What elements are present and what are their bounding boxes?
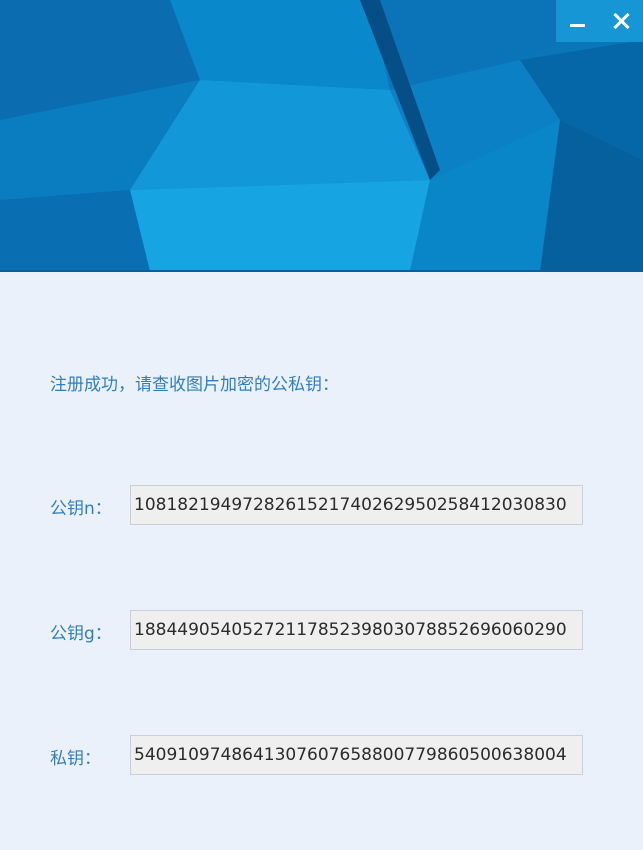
private-key-row: 私钥： 540910974864130760765880077986050063… <box>50 735 583 775</box>
public-key-n-row: 公钥n： 10818219497282615217402629502584120… <box>50 485 583 525</box>
success-message: 注册成功，请查收图片加密的公私钥： <box>50 375 339 395</box>
minimize-icon <box>570 23 585 27</box>
public-key-g-field[interactable]: 1884490540527211785239803078852696060290 <box>130 610 583 650</box>
header-banner <box>0 0 643 271</box>
window-controls <box>556 0 643 42</box>
close-button[interactable] <box>599 0 642 42</box>
close-icon <box>613 13 629 29</box>
minimize-button[interactable] <box>556 0 599 42</box>
main-content: 注册成功，请查收图片加密的公私钥： 公钥n： 10818219497282615… <box>0 272 643 850</box>
public-key-n-field[interactable]: 1081821949728261521740262950258412030830 <box>130 485 583 525</box>
private-key-field[interactable]: 5409109748641307607658800779860500638004 <box>130 735 583 775</box>
public-key-g-row: 公钥g： 18844905405272117852398030788526960… <box>50 610 583 650</box>
public-key-g-label: 公钥g： <box>50 624 112 644</box>
banner-background <box>0 0 643 271</box>
private-key-label: 私钥： <box>50 749 101 769</box>
public-key-n-label: 公钥n： <box>50 499 112 519</box>
